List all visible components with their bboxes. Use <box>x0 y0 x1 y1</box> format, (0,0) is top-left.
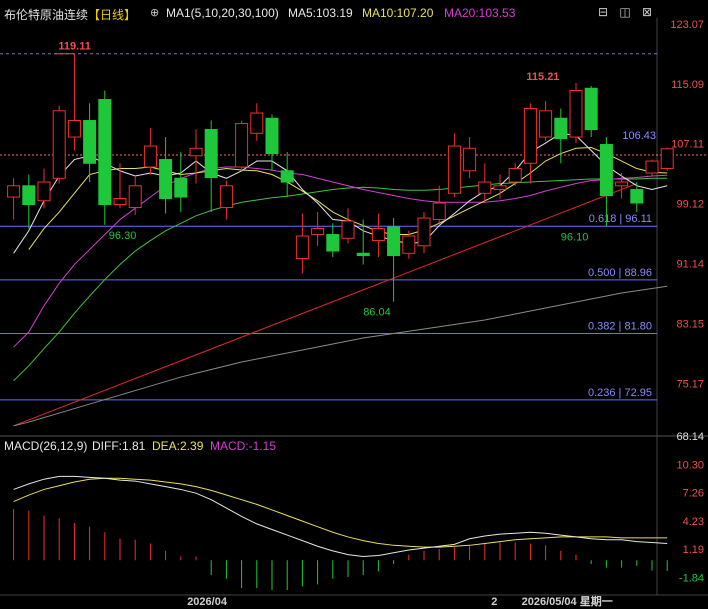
candle-body <box>417 217 431 247</box>
y-tick-label: 75.17 <box>676 378 704 390</box>
ma5-value: MA5:103.19 <box>288 6 353 20</box>
trendline <box>13 183 637 427</box>
y-tick-label: 99.12 <box>676 199 704 211</box>
candle-body <box>67 120 81 138</box>
dea-value: DEA:2.39 <box>152 439 204 453</box>
candle-body <box>478 181 492 194</box>
ma100-line <box>13 285 668 427</box>
remove-icon[interactable]: ⊟ <box>596 5 610 19</box>
macd-tick-label: 10.30 <box>676 459 704 471</box>
candle-body <box>326 234 340 252</box>
candle-body <box>387 226 401 257</box>
candle-body <box>143 145 157 168</box>
candle-body <box>37 181 51 202</box>
candle-body <box>493 185 507 191</box>
candle-body <box>235 123 249 168</box>
period-label[interactable]: 【日线】 <box>88 6 136 22</box>
candle-body <box>630 189 644 204</box>
candle-body <box>98 99 112 206</box>
candle-body <box>615 181 629 187</box>
diff-value: DIFF:1.81 <box>92 439 146 453</box>
diff-line <box>13 475 668 557</box>
candle-body <box>311 228 325 236</box>
x-axis-label: 2026/05/04 星期一 <box>522 594 613 608</box>
candle-body <box>599 144 613 197</box>
candle-body <box>83 120 97 164</box>
macd-tick-label: 4.23 <box>683 516 704 528</box>
candle-body <box>113 198 127 206</box>
dea-line <box>13 477 668 548</box>
candle-body <box>280 170 294 183</box>
current-price-label: 106.43 <box>622 130 656 142</box>
candle-body <box>159 159 173 200</box>
candle-body <box>539 110 553 138</box>
settings-icon[interactable]: ⊕ <box>150 6 159 22</box>
y-tick-label: 123.07 <box>670 19 704 31</box>
candle-body <box>584 87 598 131</box>
fib-label: 0.618 | 96.11 <box>589 213 652 225</box>
y-tick-label: 83.15 <box>676 318 704 330</box>
macd-tick-label: 1.19 <box>683 544 704 556</box>
candle-body <box>660 148 674 170</box>
macd-value: MACD:-1.15 <box>210 439 277 453</box>
y-tick-label: 115.09 <box>671 79 704 91</box>
candle-body <box>523 108 537 164</box>
candle-body <box>22 185 36 206</box>
candle-body <box>189 147 203 157</box>
x-axis-label: 2 <box>491 596 497 608</box>
ma20-value: MA20:103.53 <box>444 6 516 20</box>
ma20-line <box>13 166 668 348</box>
candle-body <box>508 168 522 183</box>
y-tick-label: 91.14 <box>676 258 704 270</box>
kline-chart[interactable]: 123.07 115.09 107.11 99.12 91.14 83.15 75.17 68… <box>0 0 708 609</box>
instrument-name: 布伦特原油连续 <box>4 8 89 22</box>
candle-body <box>371 228 385 242</box>
candle-body <box>645 160 659 174</box>
candle-body <box>128 185 142 209</box>
candle-body <box>250 112 264 134</box>
candle-body <box>569 90 583 138</box>
macd-label: MACD(26,12,9) <box>4 439 88 453</box>
candle-body <box>7 185 21 198</box>
candle-body <box>204 129 218 179</box>
low-marker-label: 96.30 <box>109 230 137 242</box>
fib-label: 0.382 | 81.80 <box>588 321 652 333</box>
y-tick-label: 107.11 <box>671 139 704 151</box>
candle-body <box>295 235 309 260</box>
candle-body <box>447 145 461 194</box>
low-marker-label: 96.10 <box>561 231 589 243</box>
candle-body <box>174 177 188 198</box>
ma10-value: MA10:107.20 <box>362 6 434 20</box>
candle-body <box>341 220 355 239</box>
fib-label: 0.500 | 88.96 <box>588 267 652 279</box>
low-marker-label: 86.04 <box>363 307 391 319</box>
high-marker-label: 115.21 <box>526 71 559 83</box>
candle-body <box>356 252 370 257</box>
candle-body <box>432 202 446 221</box>
y-tick-label: 68.14 <box>676 431 704 443</box>
ma-label: MA1(5,10,20,30,100) <box>166 6 279 20</box>
high-marker-label: 119.11 <box>58 41 90 53</box>
macd-tick-label: 7.26 <box>683 488 704 500</box>
close-icon[interactable]: ⊠ <box>640 5 654 19</box>
candle-body <box>219 185 233 209</box>
restore-icon[interactable]: ◫ <box>618 5 632 19</box>
candle-body <box>463 147 477 172</box>
candle-body <box>554 117 568 140</box>
x-axis-label: 2026/04 <box>187 596 228 608</box>
candle-body <box>402 235 416 254</box>
candle-body <box>52 110 66 179</box>
macd-tick-label: -1.84 <box>679 572 704 584</box>
candle-body <box>265 117 279 155</box>
fib-label: 0.236 | 72.95 <box>588 387 652 399</box>
